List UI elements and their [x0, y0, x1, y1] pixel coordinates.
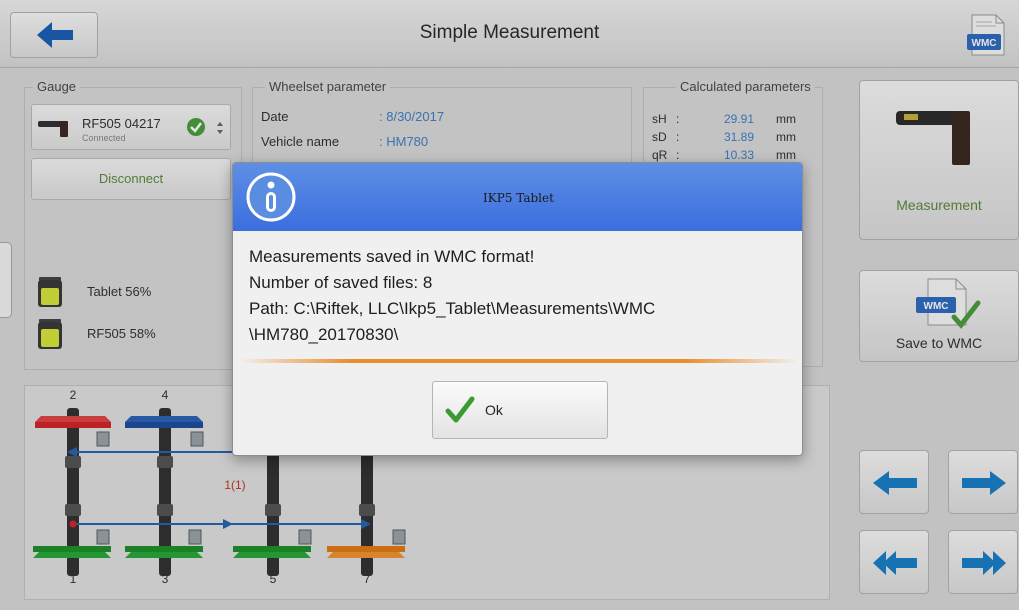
dialog-message-line: \HM780_20170830\ [249, 325, 399, 344]
dialog-message-line: Number of saved files: 8 [249, 273, 433, 292]
ok-button[interactable]: Ok [432, 381, 608, 439]
app-window: Simple Measurement WMC Gauge RF505 04217… [0, 0, 1019, 610]
message-dialog: IKP5 Tablet Measurements saved in WMC fo… [232, 162, 803, 456]
ok-label: Ok [485, 402, 503, 418]
dialog-separator [239, 359, 798, 363]
dialog-header: IKP5 Tablet [233, 163, 802, 231]
dialog-message-line: Path: C:\Riftek, LLC\Ikp5_Tablet\Measure… [249, 299, 656, 318]
dialog-title: IKP5 Tablet [483, 191, 554, 205]
dialog-message-line: Measurements saved in WMC format! [249, 247, 535, 266]
checkmark-icon [445, 396, 475, 423]
